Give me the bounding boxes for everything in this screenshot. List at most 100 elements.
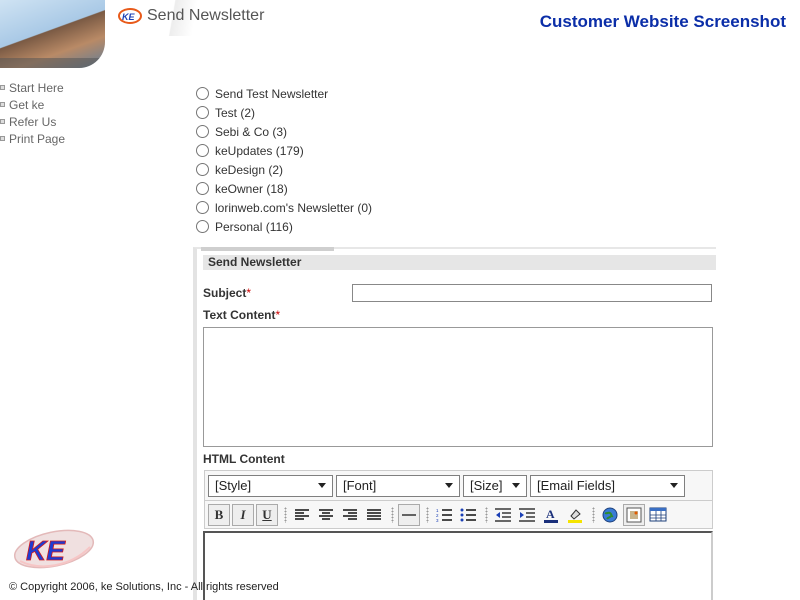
list-label[interactable]: Send Test Newsletter bbox=[215, 87, 328, 101]
required-mark: * bbox=[246, 286, 252, 300]
subject-label: Subject* bbox=[203, 286, 251, 300]
left-nav: Start Here Get ke Refer Us Print Page bbox=[0, 79, 65, 147]
style-dropdown[interactable]: [Style] bbox=[208, 474, 333, 497]
align-right-icon bbox=[343, 508, 357, 520]
toolbar-separator bbox=[426, 506, 429, 523]
subject-input[interactable] bbox=[352, 284, 712, 302]
nav-item-start-here[interactable]: Start Here bbox=[0, 79, 65, 96]
list-radio[interactable] bbox=[196, 87, 209, 100]
toolbar-separator bbox=[391, 506, 394, 523]
horizontal-rule-icon bbox=[402, 513, 416, 516]
bullet-icon bbox=[0, 102, 5, 107]
list-label[interactable]: keDesign (2) bbox=[215, 163, 283, 177]
align-center-button[interactable] bbox=[315, 504, 337, 526]
italic-icon: I bbox=[240, 506, 246, 522]
nav-item-label: Get ke bbox=[9, 97, 45, 112]
site-title: Customer Website Screenshot bbox=[539, 12, 786, 31]
editor-toolbar-formatting: B I U 123 A bbox=[204, 501, 713, 529]
nav-item-label: Print Page bbox=[9, 131, 66, 146]
list-radio[interactable] bbox=[196, 201, 209, 214]
unordered-list-icon bbox=[460, 508, 476, 521]
highlight-color-button[interactable] bbox=[564, 504, 586, 526]
panel-tab bbox=[201, 247, 334, 251]
chevron-down-icon bbox=[670, 483, 678, 488]
size-dropdown[interactable]: [Size] bbox=[463, 474, 527, 497]
ordered-list-button[interactable]: 123 bbox=[433, 504, 455, 526]
underline-icon: U bbox=[262, 506, 272, 522]
panel-title: Send Newsletter bbox=[203, 255, 716, 270]
svg-text:3: 3 bbox=[436, 518, 439, 522]
email-fields-dropdown[interactable]: [Email Fields] bbox=[530, 474, 685, 497]
subject-label-text: Subject bbox=[203, 286, 247, 300]
nav-item-get-ke[interactable]: Get ke bbox=[0, 96, 65, 113]
bullet-icon bbox=[0, 85, 5, 90]
text-content-label-text: Text Content bbox=[203, 308, 276, 322]
nav-item-refer-us[interactable]: Refer Us bbox=[0, 113, 65, 130]
bold-button[interactable]: B bbox=[208, 503, 230, 526]
copyright-text: © Copyright 2006, ke Solutions, Inc - Al… bbox=[9, 581, 279, 593]
nav-item-label: Refer Us bbox=[9, 114, 57, 129]
list-radio[interactable] bbox=[196, 106, 209, 119]
justify-icon bbox=[367, 508, 381, 520]
list-label[interactable]: keUpdates (179) bbox=[215, 144, 304, 158]
page-heading: Send Newsletter bbox=[147, 7, 265, 24]
align-left-icon bbox=[295, 508, 309, 520]
insert-link-button[interactable] bbox=[599, 504, 621, 526]
bullet-icon bbox=[0, 136, 5, 141]
justify-button[interactable] bbox=[363, 504, 385, 526]
globe-link-icon bbox=[602, 507, 618, 522]
email-fields-dropdown-value: [Email Fields] bbox=[537, 478, 616, 493]
ke-solutions-logo-icon: KE bbox=[13, 529, 95, 569]
list-item: Personal (116) bbox=[196, 217, 372, 236]
list-radio[interactable] bbox=[196, 182, 209, 195]
table-icon bbox=[649, 507, 667, 522]
list-label[interactable]: Sebi & Co (3) bbox=[215, 125, 287, 139]
unordered-list-button[interactable] bbox=[457, 504, 479, 526]
ke-mini-logo-icon: KE bbox=[118, 8, 142, 24]
bold-icon: B bbox=[214, 506, 224, 522]
underline-button[interactable]: U bbox=[256, 503, 278, 526]
text-color-icon: A bbox=[544, 507, 558, 523]
list-label[interactable]: lorinweb.com's Newsletter (0) bbox=[215, 201, 372, 215]
list-item: lorinweb.com's Newsletter (0) bbox=[196, 198, 372, 217]
text-content-textarea[interactable] bbox=[203, 327, 713, 447]
align-right-button[interactable] bbox=[339, 504, 361, 526]
horizontal-rule-button[interactable] bbox=[398, 503, 420, 526]
header-banner-image bbox=[0, 0, 105, 68]
indent-button[interactable] bbox=[516, 504, 538, 526]
send-newsletter-panel: Send Newsletter Subject* Text Content* H… bbox=[193, 247, 716, 600]
list-label[interactable]: keOwner (18) bbox=[215, 182, 288, 196]
highlight-color-icon bbox=[568, 508, 582, 523]
chevron-down-icon bbox=[512, 483, 520, 488]
size-dropdown-value: [Size] bbox=[470, 478, 503, 493]
insert-table-button[interactable] bbox=[647, 504, 669, 526]
list-item: keUpdates (179) bbox=[196, 141, 372, 160]
image-icon bbox=[626, 507, 642, 522]
list-label[interactable]: Test (2) bbox=[215, 106, 255, 120]
outdent-button[interactable] bbox=[492, 504, 514, 526]
list-radio[interactable] bbox=[196, 125, 209, 138]
list-radio[interactable] bbox=[196, 163, 209, 176]
list-radio[interactable] bbox=[196, 220, 209, 233]
bullet-icon bbox=[0, 119, 5, 124]
text-content-label: Text Content* bbox=[203, 308, 280, 322]
insert-image-button[interactable] bbox=[623, 503, 645, 526]
list-item: Sebi & Co (3) bbox=[196, 122, 372, 141]
html-content-editor[interactable] bbox=[203, 531, 713, 600]
list-radio[interactable] bbox=[196, 144, 209, 157]
style-dropdown-value: [Style] bbox=[215, 478, 252, 493]
font-dropdown[interactable]: [Font] bbox=[336, 474, 460, 497]
chevron-down-icon bbox=[318, 483, 326, 488]
svg-text:KE: KE bbox=[122, 12, 135, 22]
toolbar-separator bbox=[284, 506, 287, 523]
text-color-button[interactable]: A bbox=[540, 504, 562, 526]
italic-button[interactable]: I bbox=[232, 503, 254, 526]
nav-item-print-page[interactable]: Print Page bbox=[0, 130, 65, 147]
list-label[interactable]: Personal (116) bbox=[215, 220, 293, 234]
ordered-list-icon: 123 bbox=[436, 508, 452, 522]
html-content-label: HTML Content bbox=[203, 452, 285, 466]
indent-icon bbox=[519, 507, 535, 522]
list-item: Test (2) bbox=[196, 103, 372, 122]
list-item: keDesign (2) bbox=[196, 160, 372, 179]
align-left-button[interactable] bbox=[291, 504, 313, 526]
